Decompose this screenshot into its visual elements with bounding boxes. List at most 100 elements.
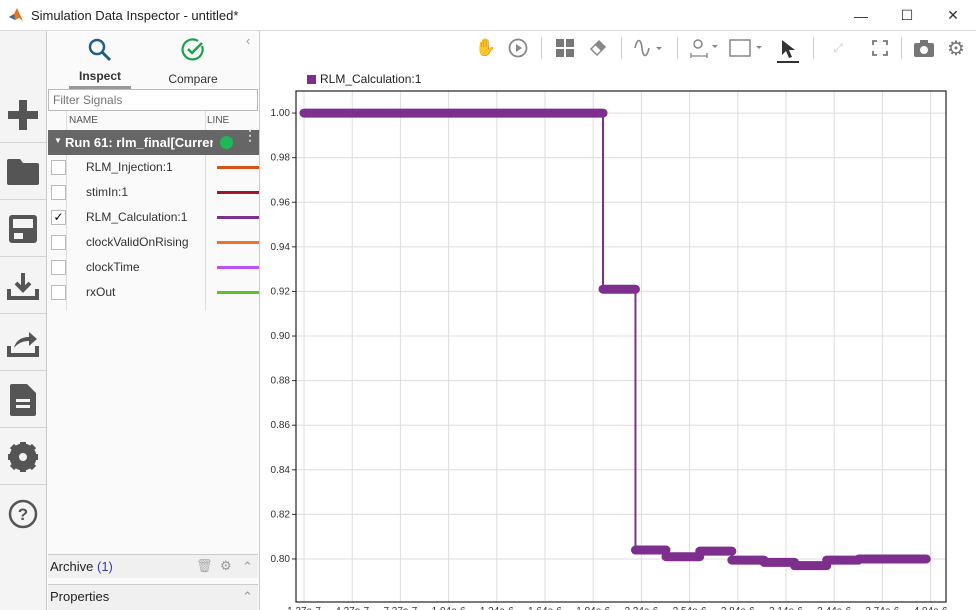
- search-icon: [88, 38, 112, 62]
- zoom-dropdown[interactable]: [689, 37, 721, 59]
- signal-line-swatch[interactable]: [217, 191, 259, 194]
- play-icon[interactable]: [507, 37, 529, 59]
- signal-style-dropdown[interactable]: [633, 37, 665, 59]
- y-tick-label: 0.88: [271, 376, 291, 387]
- x-tick-label: 1.04e-6: [432, 606, 466, 610]
- x-tick-label: 4.04e-6: [914, 606, 948, 610]
- tab-inspect[interactable]: Inspect: [69, 31, 131, 89]
- y-tick-label: 0.80: [271, 554, 291, 565]
- signal-checkbox[interactable]: [51, 185, 66, 200]
- x-tick-label: 2.54e-6: [673, 606, 707, 610]
- x-tick-label: 3.74e-6: [865, 606, 899, 610]
- title-bar: Simulation Data Inspector - untitled* — …: [0, 0, 976, 31]
- signal-name: RLM_Injection:1: [86, 160, 206, 174]
- expand-caret-icon[interactable]: ▼: [54, 136, 62, 145]
- signal-row[interactable]: stimIn:1: [47, 180, 259, 205]
- signal-checkbox[interactable]: ✓: [51, 210, 66, 225]
- signal-row[interactable]: clockTime: [47, 255, 259, 280]
- download-icon: [7, 271, 39, 301]
- report-button[interactable]: [0, 372, 46, 428]
- signal-name: clockTime: [86, 260, 206, 274]
- y-tick-label: 0.82: [271, 509, 291, 520]
- signals-panel: Inspect Compare ‹ NAME LINE ▼ Run 61: rl…: [47, 31, 260, 610]
- trash-icon[interactable]: 🗑: [196, 558, 213, 574]
- pan-icon[interactable]: ✋: [475, 37, 497, 59]
- run-label: Run 61: rlm_final[Current]: [65, 135, 213, 150]
- signal-line-swatch[interactable]: [217, 216, 259, 219]
- svg-text:?: ?: [18, 505, 28, 524]
- y-tick-label: 1.00: [271, 108, 291, 119]
- signal-checkbox[interactable]: [51, 285, 66, 300]
- y-tick-label: 0.94: [271, 242, 291, 253]
- archive-label: Archive: [50, 559, 93, 574]
- tab-compare[interactable]: Compare: [162, 31, 224, 89]
- export-button[interactable]: [0, 315, 46, 371]
- expand-icon[interactable]: ⤢: [827, 37, 849, 59]
- layout-grid-icon[interactable]: [554, 37, 576, 59]
- fullscreen-icon[interactable]: [869, 37, 891, 59]
- signal-row[interactable]: RLM_Injection:1: [47, 155, 259, 180]
- collapse-panel-button[interactable]: ‹: [246, 33, 250, 48]
- archive-settings-icon[interactable]: ⚙: [220, 558, 232, 574]
- x-tick-label: 3.44e-6: [817, 606, 851, 610]
- help-icon: ?: [8, 499, 38, 529]
- window-title: Simulation Data Inspector - untitled*: [31, 8, 238, 23]
- minimize-button[interactable]: —: [838, 0, 884, 31]
- y-tick-label: 0.84: [271, 465, 291, 476]
- collapse-properties-icon[interactable]: ⌃: [242, 589, 253, 605]
- import-button[interactable]: [0, 258, 46, 314]
- x-tick-label: 4.37e-7: [335, 606, 369, 610]
- x-tick-label: 1.37e-7: [287, 606, 321, 610]
- save-button[interactable]: [0, 201, 46, 257]
- preferences-button[interactable]: [0, 429, 46, 485]
- camera-icon[interactable]: [913, 37, 935, 59]
- signal-line-swatch[interactable]: [217, 266, 259, 269]
- fit-to-view-dropdown[interactable]: [729, 37, 765, 59]
- help-button[interactable]: ?: [0, 486, 46, 542]
- check-circle-icon: [181, 38, 205, 62]
- signal-line-swatch[interactable]: [217, 291, 259, 294]
- x-tick-label: 2.24e-6: [624, 606, 658, 610]
- new-button[interactable]: [0, 87, 46, 143]
- signal-checkbox[interactable]: [51, 235, 66, 250]
- gear-icon: [8, 442, 38, 472]
- chart-legend: RLM_Calculation:1: [307, 72, 421, 86]
- properties-label: Properties: [50, 589, 109, 604]
- close-button[interactable]: ✕: [930, 0, 976, 31]
- signal-row[interactable]: clockValidOnRising: [47, 230, 259, 255]
- document-icon: [10, 384, 36, 416]
- y-tick-label: 0.92: [271, 286, 291, 297]
- folder-icon: [7, 159, 39, 185]
- open-button[interactable]: [0, 144, 46, 200]
- archive-section[interactable]: Archive (1) 🗑 ⚙ ⌃: [48, 554, 258, 578]
- eraser-icon[interactable]: [587, 37, 609, 59]
- share-icon: [7, 328, 39, 358]
- settings-gear-icon[interactable]: ⚙: [945, 37, 967, 59]
- x-tick-label: 1.64e-6: [528, 606, 562, 610]
- cursor-select-icon[interactable]: [777, 37, 799, 63]
- save-icon: [9, 215, 37, 243]
- signal-checkbox[interactable]: [51, 260, 66, 275]
- x-tick-label: 3.14e-6: [769, 606, 803, 610]
- y-tick-label: 0.86: [271, 420, 291, 431]
- properties-section[interactable]: Properties ⌃: [48, 584, 258, 610]
- left-toolbar: ?: [0, 31, 47, 610]
- signal-plot[interactable]: 1.37e-74.37e-77.37e-71.04e-61.34e-61.64e…: [260, 86, 976, 610]
- x-tick-label: 7.37e-7: [383, 606, 417, 610]
- run-menu-icon[interactable]: ⋮: [243, 132, 257, 138]
- maximize-button[interactable]: ☐: [884, 0, 930, 31]
- plus-icon: [8, 100, 38, 130]
- signal-row[interactable]: rxOut: [47, 280, 259, 305]
- signal-checkbox[interactable]: [51, 160, 66, 175]
- collapse-archive-icon[interactable]: ⌃: [242, 559, 253, 575]
- x-tick-label: 2.84e-6: [721, 606, 755, 610]
- run-status-indicator: [220, 136, 233, 149]
- run-row[interactable]: ▼ Run 61: rlm_final[Current] ⋮: [48, 130, 259, 155]
- filter-signals-input[interactable]: [48, 89, 258, 111]
- signal-name: stimIn:1: [86, 185, 206, 199]
- signal-row[interactable]: ✓RLM_Calculation:1: [47, 205, 259, 230]
- signal-line-swatch[interactable]: [217, 166, 259, 169]
- signal-line-swatch[interactable]: [217, 241, 259, 244]
- archive-count: (1): [97, 559, 113, 574]
- matlab-logo-icon: [8, 7, 24, 23]
